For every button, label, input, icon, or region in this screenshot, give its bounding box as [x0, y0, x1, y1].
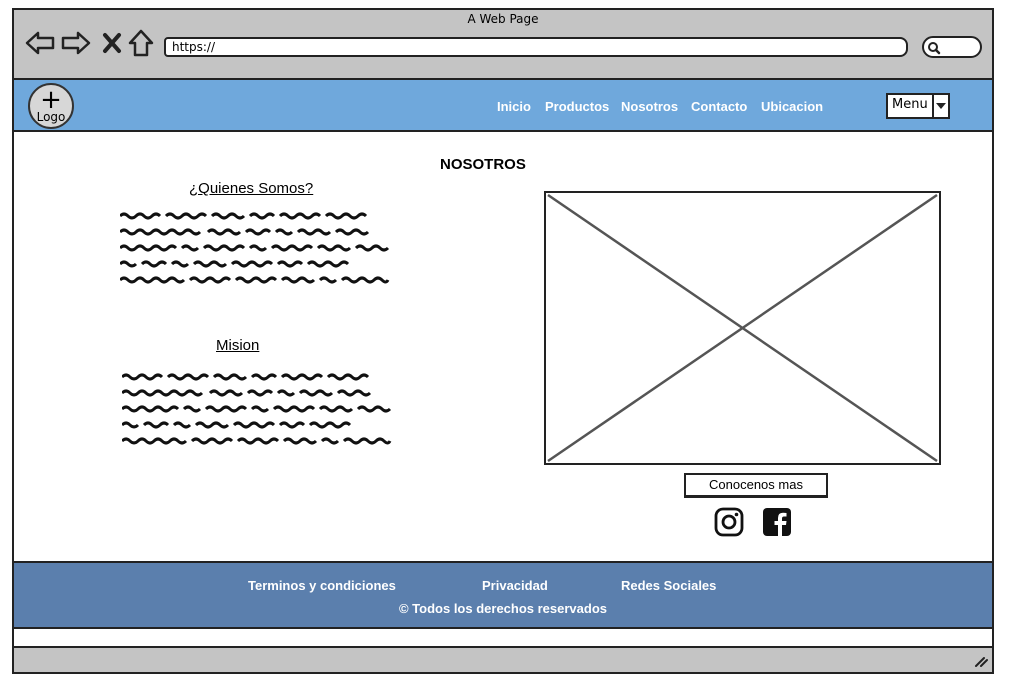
browser-search-field[interactable] — [922, 36, 982, 58]
nav-link-productos[interactable]: Productos — [545, 99, 609, 114]
conocenos-mas-button[interactable]: Conocenos mas — [684, 473, 828, 498]
nav-link-ubicacion[interactable]: Ubicacion — [761, 99, 823, 114]
scribble-line — [122, 436, 402, 447]
site-logo[interactable]: + Logo — [28, 83, 74, 129]
nav-link-contacto[interactable]: Contacto — [691, 99, 747, 114]
forward-arrow-icon[interactable] — [60, 28, 92, 58]
scribble-line — [120, 259, 400, 270]
scribble-line — [120, 275, 400, 286]
back-arrow-icon[interactable] — [24, 28, 56, 58]
menu-label: Menu — [892, 97, 928, 112]
close-icon[interactable] — [100, 28, 124, 58]
scribble-line — [120, 211, 400, 222]
scribble-line — [120, 227, 400, 238]
resize-handle-icon[interactable] — [974, 655, 988, 667]
scribble-line — [120, 243, 400, 254]
scribble-line — [122, 420, 402, 431]
url-input[interactable]: https:// — [164, 37, 908, 57]
footer-link-terminos[interactable]: Terminos y condiciones — [248, 578, 396, 593]
browser-status-bar — [12, 646, 994, 674]
menu-dropdown[interactable]: Menu — [886, 93, 950, 119]
footer-link-privacidad[interactable]: Privacidad — [482, 578, 548, 593]
nav-link-inicio[interactable]: Inicio — [497, 99, 531, 114]
nav-link-nosotros[interactable]: Nosotros — [621, 99, 678, 114]
footer-link-redes-sociales[interactable]: Redes Sociales — [621, 578, 716, 593]
chevron-down-icon — [936, 103, 946, 109]
menu-divider — [932, 95, 934, 117]
window-title: A Web Page — [467, 12, 539, 26]
placeholder-paragraph — [120, 211, 400, 291]
page-title: NOSOTROS — [440, 156, 526, 173]
scribble-line — [122, 404, 402, 415]
site-footer — [12, 561, 994, 629]
facebook-icon[interactable] — [761, 506, 793, 538]
search-icon — [928, 42, 941, 55]
home-icon[interactable] — [126, 28, 156, 58]
placeholder-paragraph — [122, 372, 402, 452]
scribble-line — [122, 388, 402, 399]
section-title-quienes-somos: ¿Quienes Somos? — [189, 180, 314, 197]
instagram-icon[interactable] — [713, 506, 745, 538]
image-placeholder — [544, 191, 941, 465]
logo-label: Logo — [36, 110, 66, 124]
copyright-text: © Todos los derechos reservados — [398, 601, 608, 616]
section-title-mision: Mision — [216, 337, 260, 354]
scribble-line — [122, 372, 402, 383]
